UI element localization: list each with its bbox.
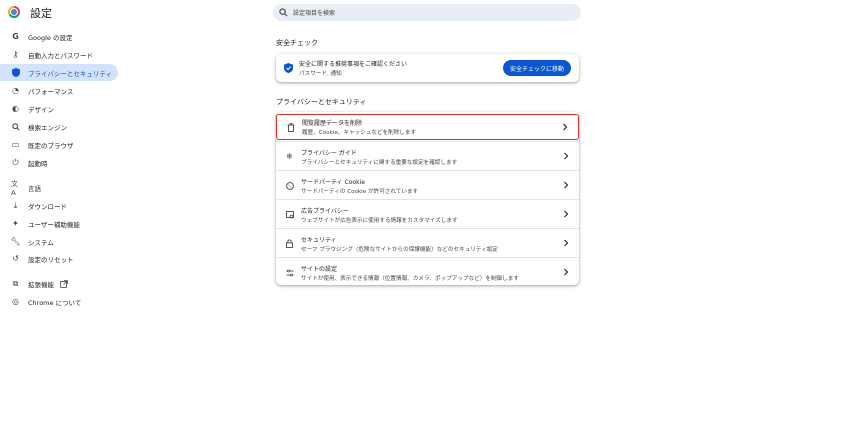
sidebar-item-label: 拡張機能 (28, 280, 54, 289)
sidebar-item-label: 設定のリセット (28, 255, 74, 264)
trash-icon (286, 122, 295, 132)
accessibility-icon: ✦ (12, 219, 19, 228)
sidebar-item-label: パフォーマンス (28, 87, 74, 96)
sidebar-item-label: ユーザー補助機能 (28, 220, 80, 229)
site-settings-row[interactable]: サイトの設定 サイトが使用、表示できる情報（位置情報、カメラ、ポップアップなど）… (276, 258, 579, 287)
safety-section-title: 安全チェック (276, 39, 318, 47)
wrench-icon: 🔧︎ (10, 237, 21, 246)
sidebar-item-label: Chrome について (28, 298, 82, 307)
security-row[interactable]: セキュリティ セーフ ブラウジング（危険なサイトからの保護機能）などのセキュリテ… (276, 229, 579, 258)
privacy-section-title: プライバシーとセキュリティ (276, 98, 367, 106)
key-icon: ⚷ (12, 50, 19, 59)
browser-window-icon: ▭ (11, 140, 20, 149)
sidebar-item-default-browser[interactable]: ▭ 既定のブラウザ (0, 136, 118, 153)
sidebar-item-label: デザイン (28, 105, 54, 114)
row-subtitle: サードパーティの Cookie が許可されています (301, 188, 419, 195)
lock-icon (285, 239, 294, 248)
search-icon (11, 122, 20, 131)
sidebar-item-label: 言語 (28, 184, 41, 193)
translate-icon: 文A (11, 179, 18, 197)
open-in-new-icon (60, 279, 68, 288)
ad-privacy-icon (285, 210, 294, 219)
row-title: 広告プライバシー (301, 207, 349, 215)
page-title: 設定 (30, 7, 52, 20)
palette-icon: ◐ (12, 104, 19, 113)
row-title: 閲覧履歴データを削除 (302, 120, 363, 127)
sidebar-item-privacy[interactable]: プライバシーとセキュリティ (0, 64, 118, 81)
guide-icon: ❄ (286, 152, 293, 161)
search-icon (279, 8, 288, 17)
sidebar-item-google[interactable]: G Google の設定 (0, 28, 118, 45)
sidebar-item-search-engine[interactable]: 検索エンジン (0, 118, 118, 135)
row-subtitle: プライバシーとセキュリティに関する重要な設定を確認します (301, 159, 458, 166)
sidebar-item-accessibility[interactable]: ✦ ユーザー補助機能 (0, 215, 118, 232)
sidebar-item-reset[interactable]: ↺ 設定のリセット (0, 250, 118, 267)
sidebar-item-performance[interactable]: ◔ パフォーマンス (0, 82, 118, 99)
safety-check-card: 安全に関する推奨事項をご確認ください パスワード, 通知 安全チェックに移動 (276, 54, 579, 82)
third-party-cookies-row[interactable]: サードパーティ Cookie サードパーティの Cookie が許可されています (276, 171, 579, 200)
chevron-right-icon (564, 152, 569, 160)
sidebar-item-label: プライバシーとセキュリティ (28, 69, 112, 78)
google-g-icon: G (12, 32, 19, 41)
row-subtitle: ウェブサイトが広告表示に使用する情報をカスタマイズします (301, 217, 458, 224)
sidebar-item-on-startup[interactable]: ⏻ 起動時 (0, 154, 118, 171)
row-title: サードパーティ Cookie (301, 178, 365, 186)
safety-title: 安全に関する推奨事項をご確認ください (299, 61, 408, 68)
sidebar-item-label: 検索エンジン (28, 123, 67, 132)
row-title: サイトの設定 (301, 265, 338, 273)
row-subtitle: セーフ ブラウジング（危険なサイトからの保護機能）などのセキュリティ設定 (301, 246, 498, 253)
ad-privacy-row[interactable]: 広告プライバシー ウェブサイトが広告表示に使用する情報をカスタマイズします (276, 200, 579, 229)
safety-subtitle: パスワード, 通知 (299, 71, 342, 77)
go-to-safety-check-button[interactable]: 安全チェックに移動 (502, 60, 571, 76)
download-icon: ⤓ (13, 200, 18, 210)
row-title: プライバシー ガイド (301, 149, 357, 157)
sidebar-item-label: Google の設定 (28, 33, 73, 42)
clear-browsing-data-row[interactable]: 閲覧履歴データを削除 履歴、Cookie、キャッシュなどを削除します (276, 114, 579, 140)
chevron-right-icon (563, 123, 568, 131)
row-subtitle: サイトが使用、表示できる情報（位置情報、カメラ、ポップアップなど）を制御します (301, 275, 519, 282)
chevron-right-icon (564, 210, 569, 218)
search-placeholder: 設定項目を検索 (293, 10, 336, 17)
privacy-security-card: 閲覧履歴データを削除 履歴、Cookie、キャッシュなどを削除します ❄ プライ… (276, 112, 579, 285)
chevron-right-icon (564, 181, 569, 189)
cookie-icon (285, 181, 294, 190)
chevron-right-icon (564, 268, 569, 276)
chrome-icon: ◎ (12, 297, 19, 306)
chevron-right-icon (564, 239, 569, 247)
sidebar-item-system[interactable]: 🔧︎ システム (0, 233, 118, 250)
sidebar-item-downloads[interactable]: ⤓ ダウンロード (0, 197, 118, 214)
sidebar-item-label: ダウンロード (28, 202, 67, 211)
puzzle-icon: ⧉ (12, 278, 19, 288)
search-input[interactable]: 設定項目を検索 (273, 4, 581, 21)
sidebar-item-label: 起動時 (28, 159, 48, 168)
power-icon: ⏻ (12, 157, 19, 167)
sidebar-item-label: システム (28, 238, 54, 247)
sidebar-item-extensions[interactable]: ⧉ 拡張機能 (0, 275, 118, 292)
sidebar-item-autofill[interactable]: ⚷ 自動入力とパスワード (0, 46, 118, 63)
sidebar-item-languages[interactable]: 文A 言語 (0, 179, 118, 197)
sidebar-item-about-chrome[interactable]: ◎ Chrome について (0, 293, 118, 310)
chrome-logo-icon (8, 6, 20, 18)
row-title: セキュリティ (301, 236, 337, 244)
sidebar-item-label: 既定のブラウザ (28, 141, 74, 150)
reset-icon: ↺ (12, 254, 19, 263)
sidebar-item-label: 自動入力とパスワード (28, 51, 93, 60)
privacy-guide-row[interactable]: ❄ プライバシー ガイド プライバシーとセキュリティに関する重要な設定を確認しま… (276, 142, 579, 171)
row-subtitle: 履歴、Cookie、キャッシュなどを削除します (302, 130, 417, 136)
shield-icon (284, 63, 293, 73)
sidebar-item-appearance[interactable]: ◐ デザイン (0, 100, 118, 117)
shield-icon (11, 68, 20, 77)
sliders-icon (285, 268, 294, 277)
speedometer-icon: ◔ (12, 86, 19, 95)
